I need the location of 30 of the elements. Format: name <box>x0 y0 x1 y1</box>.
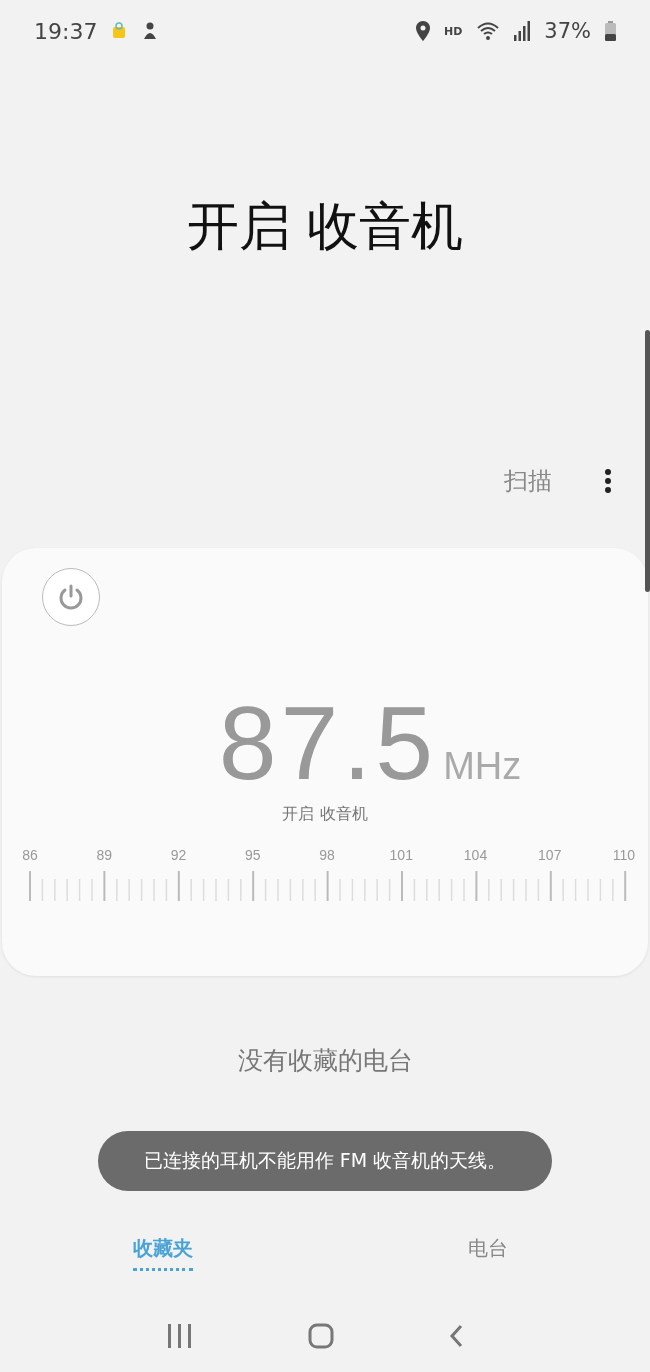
toast-message: 已连接的耳机不能用作 FM 收音机的天线。 <box>98 1131 552 1191</box>
scale-label: 89 <box>95 847 114 863</box>
scale-label: 104 <box>463 847 488 863</box>
scan-button[interactable]: 扫描 <box>504 465 552 497</box>
wifi-icon <box>476 21 501 41</box>
tab[interactable]: 收藏夹 <box>132 1235 193 1271</box>
scale-label: 95 <box>243 847 262 863</box>
recent-apps-icon[interactable] <box>167 1324 194 1348</box>
location-icon <box>415 21 430 41</box>
page-title: 开启 收音机 <box>185 195 465 258</box>
battery-icon <box>605 21 616 41</box>
more-options-icon[interactable] <box>604 468 612 494</box>
hd-indicator: HD <box>443 24 463 38</box>
battery-percent: 37% <box>544 19 591 43</box>
status-time: 19:37 <box>34 18 98 44</box>
frequency-unit: MHz <box>443 745 522 788</box>
scale-label: 110 <box>612 847 636 863</box>
scale-label: 98 <box>318 847 336 863</box>
signal-icon <box>514 21 531 41</box>
back-icon[interactable] <box>448 1324 463 1348</box>
scale-label: 101 <box>389 847 414 863</box>
tab[interactable]: 电台 <box>467 1235 508 1271</box>
scale-label: 86 <box>21 847 39 863</box>
tuner-caption: 开启 收音机 <box>281 804 369 825</box>
empty-favorites-title: 没有收藏的电台 <box>236 1045 414 1077</box>
scale-label: 92 <box>169 847 188 863</box>
home-icon[interactable] <box>308 1323 334 1349</box>
frequency-value: 87.5 <box>218 688 438 798</box>
scale-label: 107 <box>537 847 562 863</box>
app-notification-icon <box>111 22 128 40</box>
